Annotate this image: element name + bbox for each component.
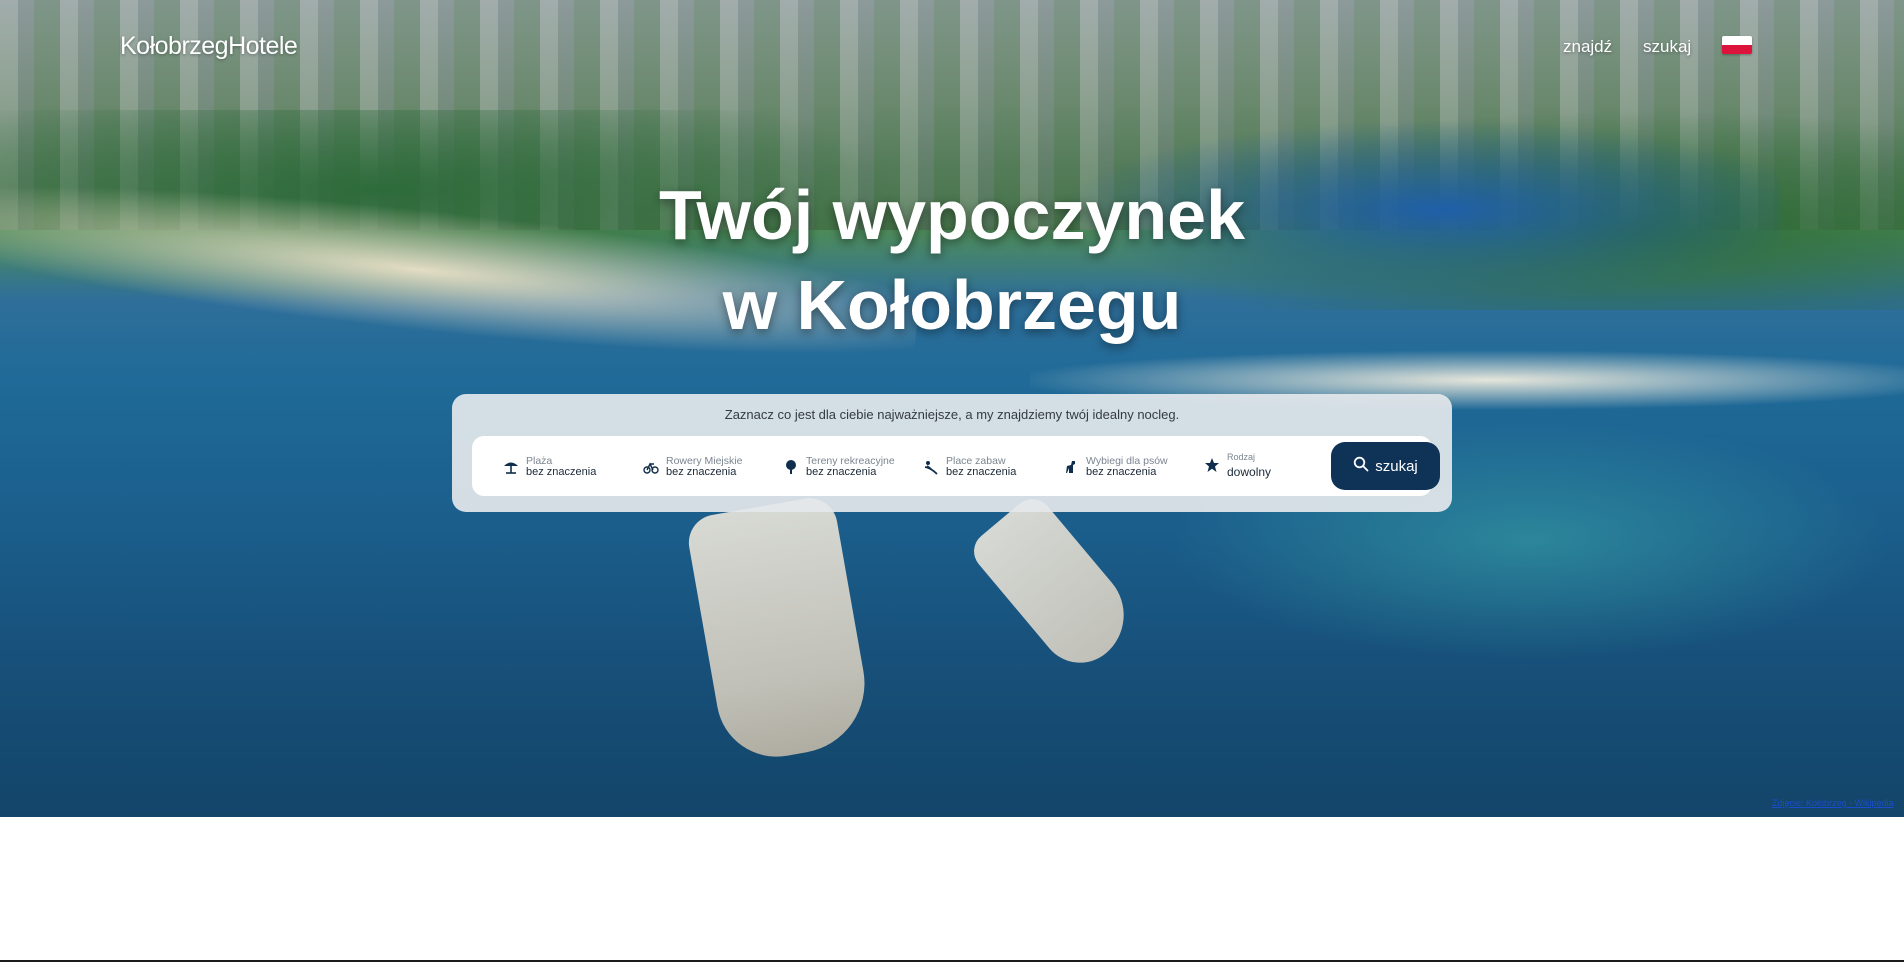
- filter-type-value: dowolny: [1227, 465, 1272, 479]
- hero-background-pier-right: [965, 490, 1145, 680]
- hero-headline-line1: Twój wypoczynek: [658, 176, 1246, 254]
- filter-beach-value: bez znaczenia: [526, 466, 597, 478]
- filter-dog-runs[interactable]: Wybiegi dla psów bez znaczenia: [1063, 453, 1168, 481]
- star-icon: [1204, 457, 1220, 473]
- nav-link-search[interactable]: szukaj: [1643, 37, 1691, 57]
- hero-section: KołobrzegHotele znajdź szukaj Twój wypoc…: [0, 0, 1904, 817]
- photo-attribution-link[interactable]: Zdjęcie: Kołobrzeg - Wikipedia: [1772, 798, 1894, 808]
- site-logo[interactable]: KołobrzegHotele: [120, 32, 298, 61]
- filter-playgrounds-text: Place zabaw bez znaczenia: [946, 456, 1016, 478]
- filter-city-bikes-value: bez znaczenia: [666, 466, 737, 478]
- filter-city-bikes[interactable]: Rowery Miejskie bez znaczenia: [643, 453, 742, 481]
- filter-dog-runs-text: Wybiegi dla psów bez znaczenia: [1086, 456, 1168, 478]
- filter-type[interactable]: Rodzaj dowolny: [1204, 448, 1271, 482]
- filter-dog-runs-value: bez znaczenia: [1086, 466, 1157, 478]
- filter-playgrounds-value: bez znaczenia: [946, 466, 1017, 478]
- beach-umbrella-icon: [503, 459, 519, 475]
- playground-slide-icon: [923, 459, 939, 475]
- search-hint: Zaznacz co jest dla ciebie najważniejsze…: [724, 407, 1180, 422]
- flag-poland-icon[interactable]: [1722, 36, 1752, 54]
- nav-link-find[interactable]: znajdź: [1563, 37, 1612, 57]
- filter-city-bikes-text: Rowery Miejskie bez znaczenia: [666, 456, 742, 478]
- search-bar: Plaża bez znaczenia Rowery Miejskie bez …: [472, 436, 1440, 496]
- hero-headline-line2: w Kołobrzegu: [722, 266, 1182, 344]
- filter-recreation-areas-text: Tereny rekreacyjne bez znaczenia: [806, 456, 895, 478]
- search-button-label: szukaj: [1375, 457, 1418, 475]
- filter-type-text: Rodzaj dowolny: [1227, 452, 1271, 478]
- filter-recreation-areas-value: bez znaczenia: [806, 466, 877, 478]
- bicycle-icon: [643, 459, 659, 475]
- search-icon: [1353, 456, 1369, 476]
- search-button[interactable]: szukaj: [1331, 442, 1440, 490]
- filter-playgrounds[interactable]: Place zabaw bez znaczenia: [923, 453, 1016, 481]
- filter-type-label: Rodzaj: [1227, 452, 1256, 462]
- tree-icon: [783, 459, 799, 475]
- filter-recreation-areas[interactable]: Tereny rekreacyjne bez znaczenia: [783, 453, 895, 481]
- filter-beach[interactable]: Plaża bez znaczenia: [503, 453, 596, 481]
- flag-white-stripe: [1722, 36, 1752, 45]
- flag-red-stripe: [1722, 45, 1752, 54]
- hero-background-pier-left: [684, 493, 876, 767]
- filter-beach-text: Plaża bez znaczenia: [526, 456, 596, 478]
- dog-icon: [1063, 459, 1079, 475]
- search-panel: Zaznacz co jest dla ciebie najważniejsze…: [452, 394, 1452, 512]
- content-below-hero: [0, 817, 1904, 962]
- hero-headline: Twój wypoczynek w Kołobrzegu: [552, 170, 1352, 350]
